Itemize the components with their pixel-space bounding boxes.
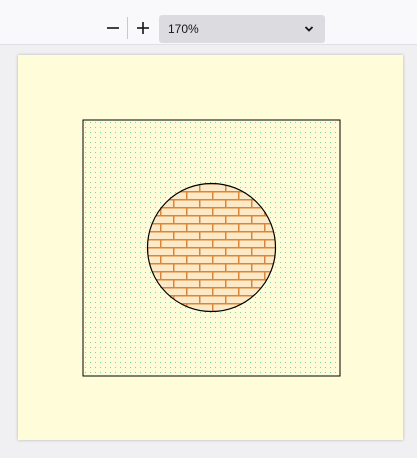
brick-circle — [146, 182, 277, 313]
minus-icon — [107, 27, 119, 29]
pdf-page — [18, 55, 403, 440]
zoom-out-button[interactable] — [102, 17, 124, 39]
pdf-toolbar: 170% — [0, 0, 417, 45]
plus-icon — [137, 22, 149, 34]
zoom-level-select[interactable]: 170% — [159, 15, 325, 43]
toolbar-separator — [127, 17, 128, 39]
page-drawing — [82, 119, 341, 377]
chevron-down-icon — [304, 26, 314, 32]
zoom-level-value: 170% — [168, 22, 199, 36]
zoom-in-button[interactable] — [132, 17, 154, 39]
